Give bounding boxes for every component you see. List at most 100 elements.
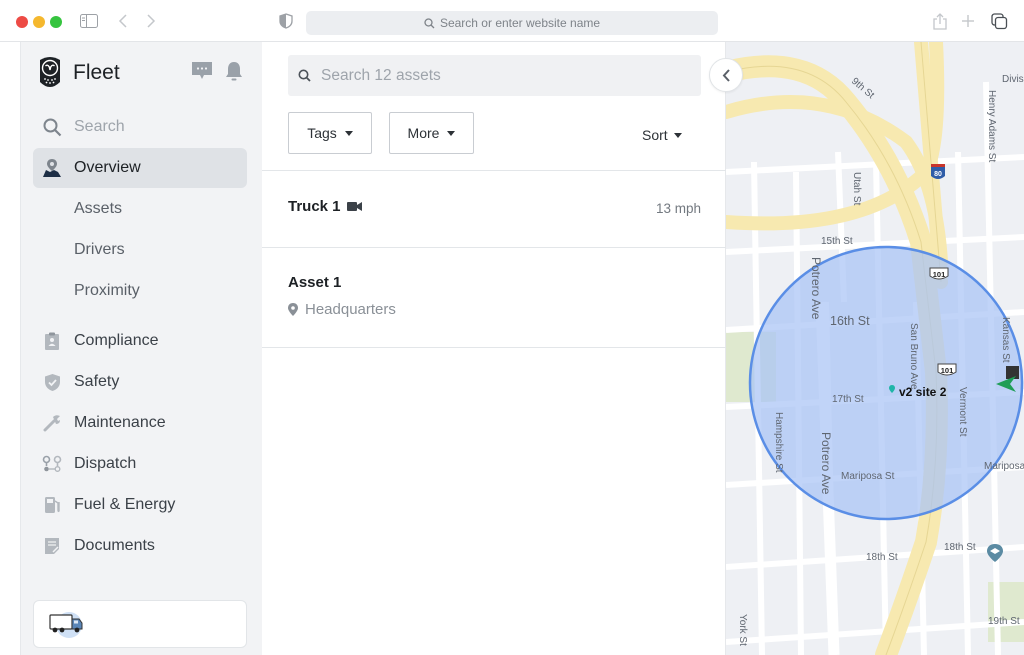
sidebar-search[interactable]: Search <box>33 107 247 147</box>
sidebar-item-label: Dispatch <box>74 455 137 472</box>
street-label: 16th St <box>830 314 870 328</box>
sidebar-item-dispatch[interactable]: Dispatch <box>33 444 247 484</box>
clipboard-icon <box>42 331 62 351</box>
vehicle-badge-icon <box>1006 366 1019 379</box>
sidebar-item-documents[interactable]: Documents <box>33 526 247 566</box>
chevron-down-icon <box>673 132 682 138</box>
search-icon <box>42 117 62 137</box>
minimize-window-button[interactable] <box>33 16 45 28</box>
map-pin-icon <box>42 158 62 178</box>
back-icon[interactable] <box>112 10 134 32</box>
svg-text:80: 80 <box>934 171 942 178</box>
interstate-80-shield: 80 <box>931 164 945 179</box>
chevron-left-icon <box>722 68 730 82</box>
asset-name: Truck 1 <box>288 198 341 215</box>
asset-search[interactable] <box>288 55 701 96</box>
svg-text:101: 101 <box>941 366 954 375</box>
street-label: York St <box>737 614 748 646</box>
sidebar-search-label: Search <box>74 118 125 135</box>
sidebar-item-label: Assets <box>74 200 123 217</box>
more-filter-label: More <box>407 125 440 141</box>
street-label: Potrero Ave <box>809 257 823 320</box>
sidebar-item-label: Overview <box>74 159 141 176</box>
chevron-down-icon <box>344 130 353 136</box>
share-icon[interactable] <box>929 10 951 32</box>
street-label: 15th St <box>821 236 853 247</box>
sidebar-item-fuel-energy[interactable]: Fuel & Energy <box>33 485 247 525</box>
us-101-shield: 101 <box>937 363 957 376</box>
maximize-window-button[interactable] <box>50 16 62 28</box>
truck-icon <box>49 612 83 638</box>
street-label: Henry Adams St <box>986 90 997 162</box>
street-label: Kansas St <box>1000 317 1011 363</box>
chat-icon[interactable] <box>191 60 213 82</box>
sidebar-item-label: Maintenance <box>74 414 166 431</box>
street-label: Utah St <box>851 172 862 206</box>
svg-text:101: 101 <box>933 270 946 279</box>
street-label: Vermont St <box>957 387 968 437</box>
sidebar-item-assets[interactable]: Assets <box>33 189 247 229</box>
sidebar-item-safety[interactable]: Safety <box>33 362 247 402</box>
wrench-icon <box>42 413 62 433</box>
asset-row-asset-1[interactable]: Asset 1 Headquarters <box>262 248 726 347</box>
privacy-shield-icon[interactable] <box>275 10 297 32</box>
sidebar: Fleet Search Overview Assets Drivers Pro… <box>20 42 262 655</box>
owl-logo-icon <box>40 57 60 87</box>
map-view[interactable]: 80 101 101 9th St Henry Adams St Divisio… <box>726 42 1024 655</box>
asset-speed: 13 mph <box>655 201 701 216</box>
search-icon <box>298 69 311 82</box>
sidebar-item-maintenance[interactable]: Maintenance <box>33 403 247 443</box>
route-pins-icon <box>42 454 62 474</box>
app-brand[interactable]: Fleet <box>37 56 120 90</box>
sidebar-item-label: Proximity <box>74 282 140 299</box>
street-label: Potrero Ave <box>819 432 833 495</box>
browser-toolbar: Search or enter website name <box>0 0 1024 42</box>
document-icon <box>42 536 62 556</box>
tags-filter-button[interactable]: Tags <box>288 112 372 154</box>
divider <box>262 347 726 348</box>
street-label: 18th St <box>866 552 898 563</box>
fuel-pump-icon <box>42 495 62 515</box>
street-label: San Bruno Ave <box>908 323 919 390</box>
app-title: Fleet <box>73 61 120 84</box>
sidebar-item-label: Safety <box>74 373 120 390</box>
asset-search-input[interactable] <box>321 66 681 85</box>
sidebar-item-compliance[interactable]: Compliance <box>33 321 247 361</box>
street-label: 17th St <box>832 394 864 405</box>
sidebar-item-proximity[interactable]: Proximity <box>33 271 247 311</box>
sidebar-item-label: Compliance <box>74 332 159 349</box>
location-pin-icon <box>288 303 298 316</box>
bell-icon[interactable] <box>224 60 246 82</box>
street-label: Hampshire St <box>773 412 784 473</box>
asset-location: Headquarters <box>305 301 396 318</box>
site-label: v2 site 2 <box>899 385 947 399</box>
tabs-overview-icon[interactable] <box>988 10 1010 32</box>
asset-list-panel: Tags More Sort Truck 1 13 mph Asset 1 He… <box>262 42 726 655</box>
sidebar-item-label: Documents <box>74 537 155 554</box>
sidebar-toggle-icon[interactable] <box>78 10 100 32</box>
street-label: Mariposa St <box>841 471 895 482</box>
sidebar-item-label: Fuel & Energy <box>74 496 176 513</box>
sidebar-item-overview[interactable]: Overview <box>33 148 247 188</box>
sidebar-item-label: Drivers <box>74 241 125 258</box>
map-canvas[interactable]: 80 101 101 9th St Henry Adams St Divisio… <box>726 42 1024 655</box>
video-camera-icon <box>346 202 362 211</box>
sidebar-item-drivers[interactable]: Drivers <box>33 230 247 270</box>
street-label: 18th St <box>944 542 976 553</box>
us-101-shield: 101 <box>929 267 949 280</box>
asset-name: Asset 1 <box>288 274 342 291</box>
vehicle-status-card[interactable] <box>33 600 247 648</box>
park-area <box>988 582 1024 642</box>
asset-row-truck-1[interactable]: Truck 1 13 mph <box>262 171 726 247</box>
collapse-panel-button[interactable] <box>709 58 743 92</box>
close-window-button[interactable] <box>16 16 28 28</box>
url-bar[interactable]: Search or enter website name <box>306 11 718 35</box>
sort-label: Sort <box>642 127 668 143</box>
street-label: Division St <box>1002 74 1024 85</box>
more-filter-button[interactable]: More <box>389 112 474 154</box>
street-label: 19th St <box>988 616 1020 627</box>
forward-icon[interactable] <box>140 10 162 32</box>
sort-button[interactable]: Sort <box>642 127 682 143</box>
new-tab-icon[interactable] <box>957 10 979 32</box>
street-label: Mariposa St <box>984 461 1024 472</box>
